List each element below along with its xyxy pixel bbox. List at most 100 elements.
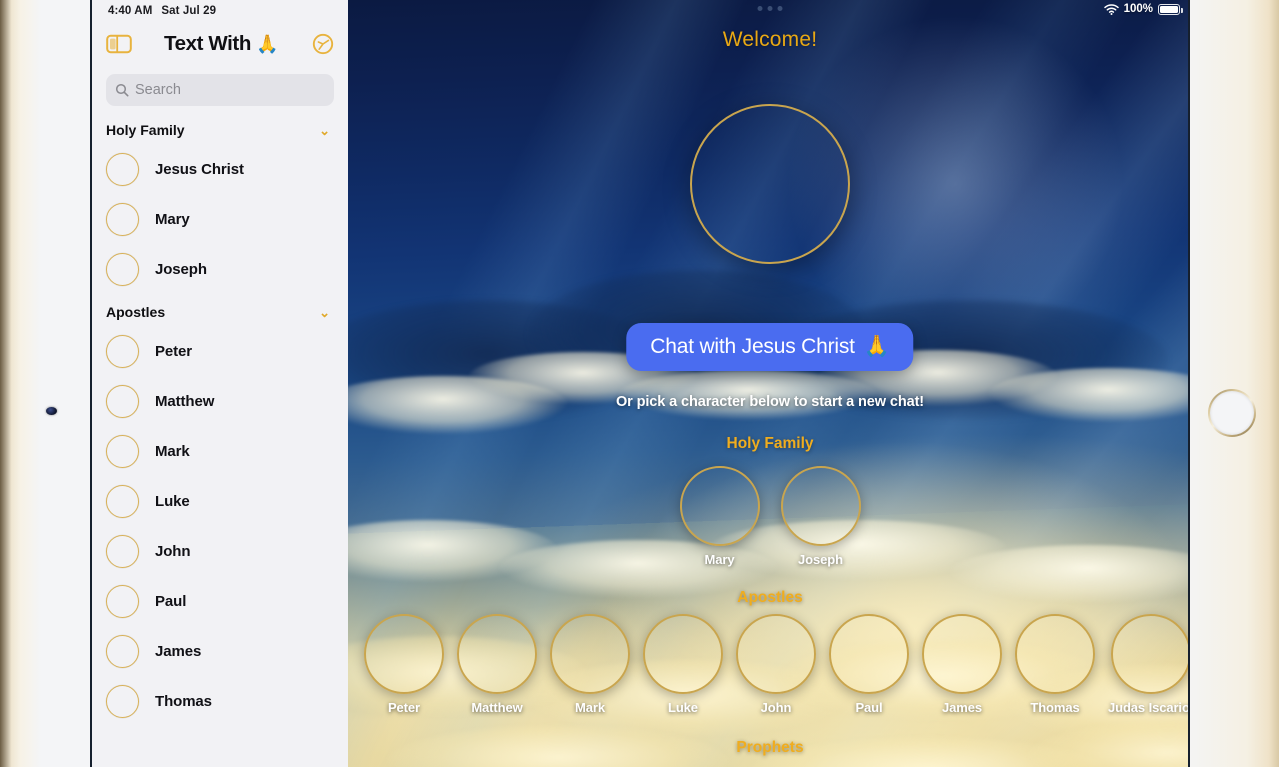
sidebar: 4:40 AM Sat Jul 29 Text With 🙏 Search Ho… (92, 0, 348, 767)
sidebar-item-joseph[interactable]: Joseph (92, 244, 348, 294)
avatar (106, 534, 139, 568)
sidebar-section-title: Apostles (106, 304, 166, 320)
avatar (1111, 614, 1188, 694)
avatar (106, 484, 139, 518)
page-title: Text With 🙏 (130, 32, 312, 56)
avatar (679, 466, 760, 546)
chat-with-jesus-christ-button[interactable]: Chat with Jesus Christ 🙏 (626, 323, 914, 371)
status-bar-right: 100% (1103, 3, 1183, 15)
sidebar-item-paul[interactable]: Paul (92, 576, 348, 626)
avatar (456, 614, 537, 694)
sidebar-item-label: Paul (155, 592, 187, 610)
avatar (1014, 614, 1095, 694)
character-label: Luke (668, 700, 698, 715)
device-frame: 4:40 AM Sat Jul 29 Text With 🙏 Search Ho… (0, 0, 1279, 767)
avatar (363, 614, 444, 694)
character-label: Peter (387, 700, 420, 715)
sidebar-section-title: Holy Family (106, 122, 185, 138)
sidebar-item-jesus-christ[interactable]: Jesus Christ (92, 144, 348, 194)
sidebar-item-label: John (155, 542, 191, 560)
sidebar-item-thomas[interactable]: Thomas (92, 676, 348, 726)
avatar (106, 434, 139, 468)
character-judas-iscariot[interactable]: Judas Iscariot (1107, 614, 1190, 715)
search-box[interactable] (106, 74, 334, 106)
sidebar-item-label: Peter (155, 342, 193, 360)
chevron-down-icon[interactable]: ⌄ (319, 124, 330, 137)
search-input[interactable] (135, 82, 325, 98)
sidebar-toolbar: Text With 🙏 (92, 22, 348, 66)
sidebar-item-luke[interactable]: Luke (92, 476, 348, 526)
character-thomas[interactable]: Thomas (1014, 614, 1095, 715)
avatar (642, 614, 723, 694)
character-mary[interactable]: Mary (676, 466, 763, 567)
character-label: Mark (575, 700, 605, 715)
group-title-apostles: Apostles (737, 589, 803, 606)
sidebar-item-label: Luke (155, 492, 190, 510)
character-label: Matthew (471, 700, 523, 715)
battery-percent-label: 100% (1123, 3, 1153, 15)
sidebar-item-label: Mark (155, 442, 190, 460)
sidebar-item-label: Joseph (155, 260, 207, 278)
character-label: Paul (855, 700, 883, 715)
main-content: 100% Welcome! Chat with Jesus Christ 🙏 O… (348, 0, 1190, 767)
sidebar-sections: Holy Family ⌄ Jesus Christ Mary Joseph Apostl… (92, 112, 348, 726)
battery-full-icon (1158, 3, 1183, 15)
wifi-icon (1103, 3, 1119, 15)
sidebar-item-matthew[interactable]: Matthew (92, 376, 348, 426)
character-luke[interactable]: Luke (642, 614, 723, 715)
character-label: Mary (704, 552, 735, 567)
sidebar-section-header-apostles[interactable]: Apostles ⌄ (92, 294, 348, 326)
avatar (780, 466, 861, 546)
sidebar-item-label: Mary (155, 210, 190, 228)
search-icon (115, 83, 129, 97)
chat-button-label: Chat with Jesus Christ (650, 335, 855, 358)
character-peter[interactable]: Peter (363, 614, 444, 715)
character-label: Thomas (1030, 700, 1080, 715)
status-bar: 4:40 AM Sat Jul 29 (92, 0, 348, 22)
avatar (106, 684, 139, 718)
group-title-prophets: Prophets (736, 739, 804, 756)
front-camera-icon (46, 407, 57, 415)
character-row-apostles: Peter Matthew Mark Luke John Paul James Thomas J… (348, 614, 1190, 715)
sidebar-item-mark[interactable]: Mark (92, 426, 348, 476)
home-button[interactable] (1208, 389, 1256, 437)
praying-hands-icon: 🙏 (255, 33, 278, 54)
tablet-screen: 4:40 AM Sat Jul 29 Text With 🙏 Search Ho… (90, 0, 1190, 767)
avatar (921, 614, 1002, 694)
main-scroll-area[interactable]: Welcome! Chat with Jesus Christ 🙏 Or pic… (348, 0, 1190, 767)
pick-character-subtitle: Or pick a character below to start a new… (615, 394, 925, 410)
avatar (106, 252, 139, 286)
praying-hands-icon: 🙏 (863, 335, 890, 358)
hero-avatar-jesus-christ[interactable] (690, 104, 850, 264)
chevron-down-icon[interactable]: ⌄ (319, 306, 330, 319)
avatar (106, 384, 139, 418)
character-mark[interactable]: Mark (549, 614, 630, 715)
compass-icon[interactable] (312, 33, 334, 55)
character-joseph[interactable]: Joseph (777, 466, 864, 567)
avatar (549, 614, 630, 694)
avatar (735, 614, 816, 694)
character-john[interactable]: John (735, 614, 816, 715)
sidebar-toggle-icon[interactable] (106, 34, 132, 54)
character-label: Judas Iscariot (1107, 700, 1190, 715)
avatar (106, 334, 139, 368)
sidebar-item-label: Jesus Christ (155, 160, 244, 178)
character-label: John (760, 700, 792, 715)
avatar (106, 634, 139, 668)
welcome-title: Welcome! (722, 28, 818, 51)
status-bar-time: 4:40 AM (108, 5, 153, 17)
sidebar-item-label: James (155, 642, 202, 660)
sidebar-item-john[interactable]: John (92, 526, 348, 576)
sidebar-item-peter[interactable]: Peter (92, 326, 348, 376)
sidebar-item-james[interactable]: James (92, 626, 348, 676)
sidebar-item-label: Matthew (155, 392, 215, 410)
character-label: James (941, 700, 982, 715)
character-paul[interactable]: Paul (828, 614, 909, 715)
sidebar-item-mary[interactable]: Mary (92, 194, 348, 244)
character-james[interactable]: James (921, 614, 1002, 715)
avatar (106, 152, 139, 186)
character-row-holy-family: Mary Joseph (348, 466, 1188, 567)
sidebar-section-header-holy-family[interactable]: Holy Family ⌄ (92, 112, 348, 144)
character-matthew[interactable]: Matthew (456, 614, 537, 715)
avatar (106, 202, 139, 236)
